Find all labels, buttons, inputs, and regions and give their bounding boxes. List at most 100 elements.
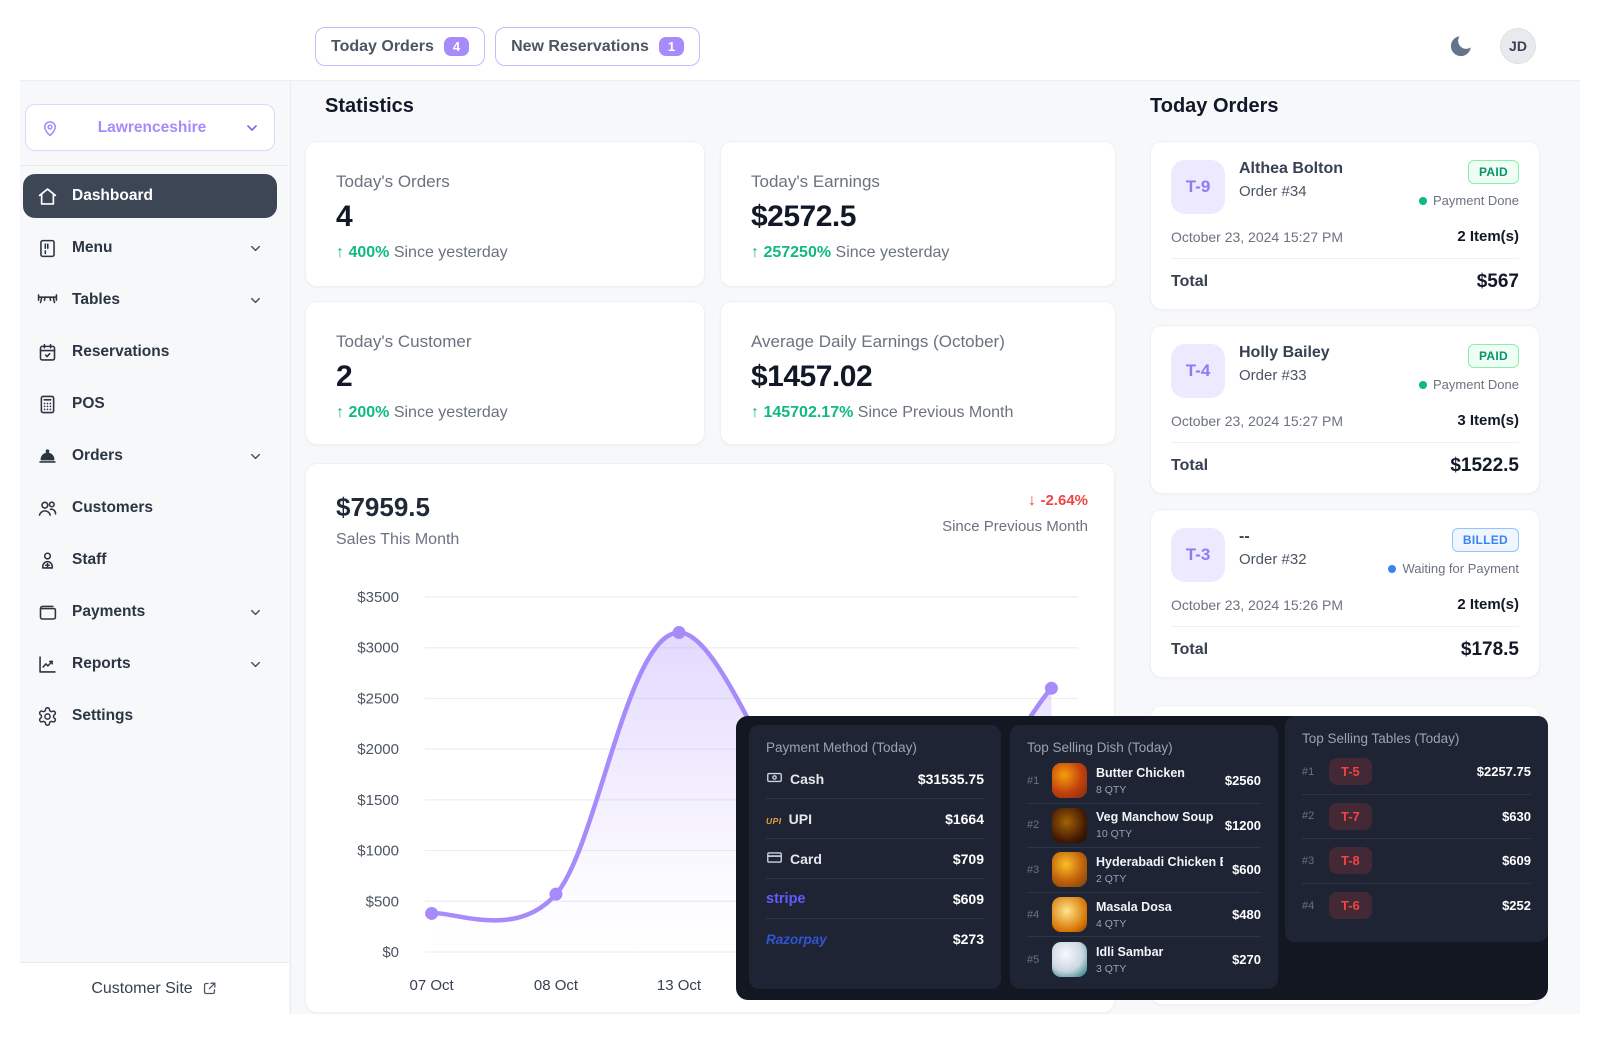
order-card[interactable]: T-4 Holly Bailey Order #33 PAID Payment … [1150, 325, 1540, 494]
table-chip: T-7 [1329, 803, 1372, 830]
payment-status-dot [1388, 565, 1396, 573]
sidebar-item-label: Tables [72, 291, 234, 309]
stat-delta-value: 400% [348, 244, 389, 261]
dish-name: Idli Sambar [1096, 945, 1223, 959]
sidebar-item-label: Settings [72, 707, 263, 725]
chevron-down-icon [248, 293, 263, 308]
sidebar-item-reports[interactable]: Reports [23, 642, 277, 686]
location-label: Lawrenceshire [60, 119, 244, 137]
cloche-icon [37, 446, 58, 467]
topbar-right-controls: JD [1448, 28, 1536, 64]
order-number: Order #32 [1239, 551, 1388, 568]
stat-value: 4 [336, 200, 674, 234]
payment-status-text: Waiting for Payment [1402, 561, 1519, 576]
order-status-badge: PAID [1468, 160, 1519, 184]
payment-method-name: Card [790, 851, 822, 867]
customer-site-link[interactable]: Customer Site [20, 962, 289, 1014]
table-badge: T-3 [1171, 528, 1225, 582]
sidebar-nav: Dashboard Menu Tables Reservations [23, 174, 277, 746]
sidebar-item-pos[interactable]: POS [23, 382, 277, 426]
sidebar-item-settings[interactable]: Settings [23, 694, 277, 738]
payment-status-dot [1419, 197, 1427, 205]
sidebar-item-tables[interactable]: Tables [23, 278, 277, 322]
payment-method-list: Cash $31535.75 UPIUPI $1664 Card $709 [766, 759, 984, 959]
calendar-check-icon [37, 342, 58, 363]
gear-icon [37, 706, 58, 727]
chevron-down-icon [244, 120, 260, 136]
top-selling-tables-title: Top Selling Tables (Today) [1302, 731, 1531, 746]
svg-text:$500: $500 [366, 893, 399, 910]
table-rank: #1 [1302, 766, 1318, 778]
delta-up-arrow-icon: ↑ [751, 404, 759, 421]
sidebar-item-label: Menu [72, 239, 234, 257]
top-table-row: #3 T-8 $609 [1302, 839, 1531, 884]
dish-photo [1052, 763, 1087, 798]
sidebar-item-dashboard[interactable]: Dashboard [23, 174, 277, 218]
sales-delta-value: -2.64% [1040, 492, 1088, 509]
avatar[interactable]: JD [1500, 28, 1536, 64]
chevron-down-icon [248, 657, 263, 672]
stat-delta-period: Since yesterday [836, 244, 950, 261]
dish-rank: #3 [1027, 864, 1043, 876]
order-total-amount: $178.5 [1461, 639, 1519, 661]
sidebar-item-label: POS [72, 395, 263, 413]
stat-value: 2 [336, 360, 674, 394]
dish-quantity: 3 QTY [1096, 963, 1223, 975]
table-amount: $609 [1502, 853, 1531, 868]
today-orders-button[interactable]: Today Orders 4 [315, 27, 485, 66]
order-customer-name: Holly Bailey [1239, 344, 1419, 362]
svg-text:$1000: $1000 [357, 843, 399, 860]
payment-method-row: Cash $31535.75 [766, 759, 984, 799]
stat-card-average-daily-earnings: Average Daily Earnings (October) $1457.0… [720, 301, 1116, 445]
sidebar-item-customers[interactable]: Customers [23, 486, 277, 530]
sales-chart-subtitle: Sales This Month [336, 531, 459, 549]
new-reservations-button[interactable]: New Reservations 1 [495, 27, 700, 66]
svg-text:$2000: $2000 [357, 741, 399, 758]
table-icon [37, 290, 58, 311]
order-card[interactable]: T-9 Althea Bolton Order #34 PAID Payment… [1150, 141, 1540, 310]
dish-photo [1052, 852, 1087, 887]
sidebar-item-reservations[interactable]: Reservations [23, 330, 277, 374]
stat-delta-value: 257250% [763, 244, 831, 261]
statistics-title: Statistics [325, 95, 414, 118]
payment-method-row: Razorpay $273 [766, 919, 984, 959]
stat-card-todays-earnings: Today's Earnings $2572.5 ↑ 257250% Since… [720, 141, 1116, 287]
top-table-row: #2 T-7 $630 [1302, 795, 1531, 840]
order-item-count: 3 Item(s) [1457, 412, 1519, 429]
calculator-icon [37, 394, 58, 415]
location-selector[interactable]: Lawrenceshire [25, 104, 275, 151]
dish-name: Masala Dosa [1096, 900, 1223, 914]
sidebar-item-staff[interactable]: Staff [23, 538, 277, 582]
order-datetime: October 23, 2024 15:27 PM [1171, 413, 1343, 429]
table-amount: $2257.75 [1477, 764, 1531, 779]
cash-icon [766, 769, 783, 789]
order-card[interactable]: T-3 -- Order #32 BILLED Waiting for Paym… [1150, 509, 1540, 678]
table-rank: #3 [1302, 855, 1318, 867]
sidebar-item-orders[interactable]: Orders [23, 434, 277, 478]
new-reservations-count-badge: 1 [659, 37, 684, 56]
svg-text:07 Oct: 07 Oct [410, 977, 455, 994]
divider [20, 165, 288, 166]
payment-method-name: UPI [789, 811, 812, 827]
top-selling-dish-panel: Top Selling Dish (Today) #1 Butter Chick… [1010, 725, 1278, 989]
dish-rank: #4 [1027, 909, 1043, 921]
top-dish-list: #1 Butter Chicken 8 QTY $2560 #2 Veg M [1027, 759, 1261, 982]
sidebar-item-label: Orders [72, 447, 234, 465]
order-total-amount: $567 [1477, 271, 1519, 293]
top-dish-row: #5 Idli Sambar 3 QTY $270 [1027, 937, 1261, 982]
sidebar-item-payments[interactable]: Payments [23, 590, 277, 634]
delta-up-arrow-icon: ↑ [751, 244, 759, 261]
delta-up-arrow-icon: ↑ [336, 244, 344, 261]
sales-month-total: $7959.5 [336, 492, 459, 523]
dish-amount: $1200 [1225, 818, 1261, 833]
order-customer-name: -- [1239, 528, 1388, 546]
customer-site-label: Customer Site [91, 980, 192, 998]
dish-name: Butter Chicken [1096, 766, 1216, 780]
stat-delta-value: 145702.17% [763, 404, 853, 421]
svg-text:13 Oct: 13 Oct [657, 977, 702, 994]
sidebar-divider-line [290, 81, 291, 1014]
moon-icon[interactable] [1448, 33, 1474, 59]
sidebar-item-menu[interactable]: Menu [23, 226, 277, 270]
sidebar-item-label: Staff [72, 551, 263, 569]
sidebar-item-label: Payments [72, 603, 234, 621]
